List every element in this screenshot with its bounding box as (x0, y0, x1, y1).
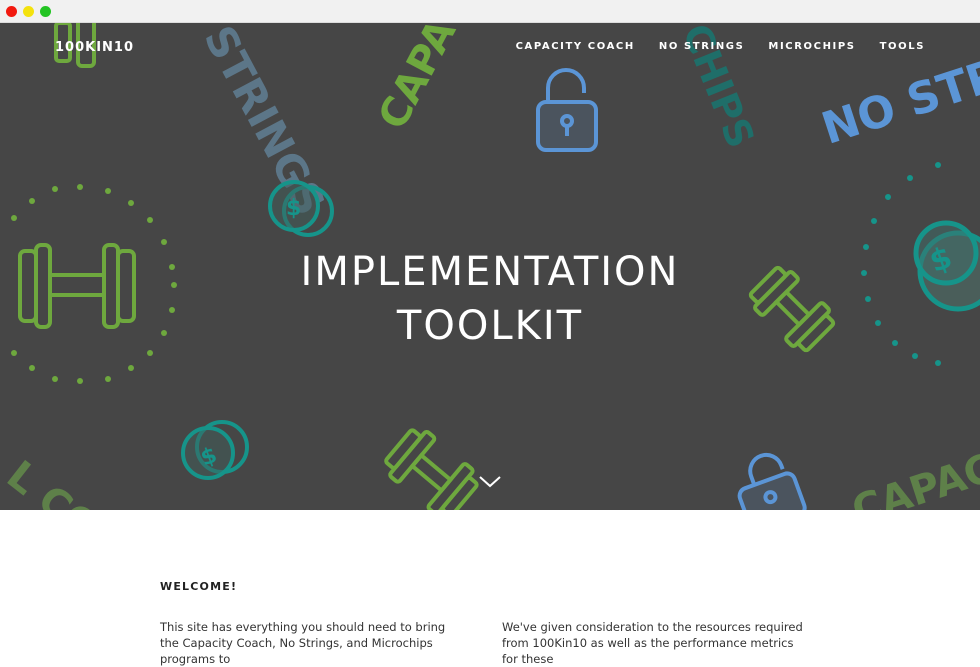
nav-item-tools[interactable]: TOOLS (880, 41, 925, 52)
welcome-heading: WELCOME! (160, 580, 238, 593)
maximize-window-button[interactable] (40, 6, 51, 17)
svg-text:$: $ (286, 196, 301, 221)
decor-word-capaci-bottom: CAPACI (847, 441, 980, 510)
decor-word-bottom-left: L CO (0, 452, 107, 510)
browser-chrome (0, 0, 980, 23)
welcome-text-left: This site has everything you should need… (160, 620, 446, 666)
nav-item-no-strings[interactable]: NO STRINGS (659, 41, 745, 52)
brand-logo[interactable]: 100KIN10 (55, 40, 134, 55)
coin-icon: $ (181, 420, 249, 480)
decor-word-capaci: CAPACI (370, 23, 486, 137)
welcome-text-right: We've given consideration to the resourc… (502, 620, 803, 666)
main-nav: CAPACITY COACH NO STRINGS MICROCHIPS TOO… (516, 41, 925, 52)
lock-icon (737, 452, 807, 510)
minimize-window-button[interactable] (23, 6, 34, 17)
dumbbell-icon (384, 428, 479, 510)
page-title-line-1: IMPLEMENTATION (300, 249, 680, 295)
nav-item-capacity-coach[interactable]: CAPACITY COACH (516, 41, 635, 52)
chevron-down-icon[interactable] (478, 475, 502, 489)
nav-item-microchips[interactable]: MICROCHIPS (768, 41, 855, 52)
welcome-section: WELCOME! This site has everything you sh… (0, 510, 980, 666)
close-window-button[interactable] (6, 6, 17, 17)
coin-icon: $ (268, 180, 334, 237)
hero-banner: STRINGS CAPACI CHIPS NO STRIN CAPACI L C… (0, 23, 980, 510)
page-title: IMPLEMENTATION TOOLKIT (0, 245, 980, 353)
page-title-line-2: TOOLKIT (396, 303, 584, 349)
lock-icon (536, 68, 598, 152)
